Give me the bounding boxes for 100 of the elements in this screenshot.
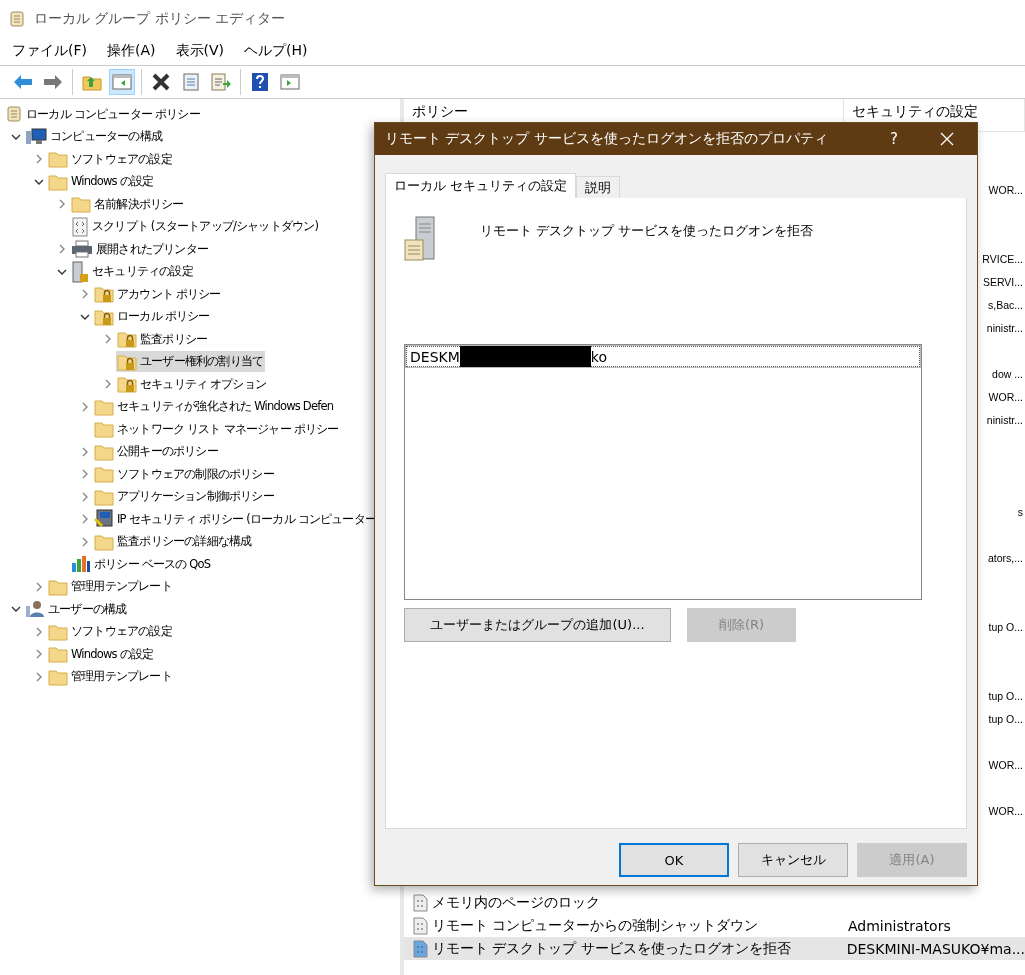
add-user-button[interactable]: ユーザーまたはグループの追加(U)... <box>404 608 671 642</box>
folder-icon <box>94 397 114 416</box>
server-lock-icon <box>71 260 89 283</box>
tree-item[interactable]: ポリシー ベースの QoS <box>70 553 213 575</box>
chevron-right-icon[interactable] <box>105 334 111 345</box>
window-title: ローカル グループ ポリシー エディター <box>34 9 286 28</box>
policy-setting: ninistr... <box>986 321 1024 334</box>
tree-item[interactable]: ソフトウェアの設定 <box>47 621 174 643</box>
tree-item[interactable]: 展開されたプリンター <box>70 238 210 260</box>
folder-icon <box>94 420 114 439</box>
tree-item[interactable]: 管理用テンプレート <box>47 666 174 688</box>
export-list-icon <box>211 73 231 91</box>
bar-chart-icon <box>71 555 91 574</box>
menu-item[interactable]: ヘルプ(H) <box>236 42 316 60</box>
tree-item[interactable]: スクリプト (スタートアップ/シャットダウン) <box>70 216 321 238</box>
folder-icon <box>48 645 68 664</box>
list-item[interactable]: DESKM ko <box>406 346 920 367</box>
tree-item[interactable]: ユーザー権利の割り当て <box>116 351 266 373</box>
tree-item[interactable]: Windows の設定 <box>47 643 156 665</box>
policy-setting: Administrators <box>847 917 952 934</box>
binary-file-icon <box>412 916 428 935</box>
tree-item[interactable]: 名前解決ポリシー <box>70 193 186 215</box>
tree-item[interactable]: ネットワーク リスト マネージャー ポリシー <box>93 418 341 440</box>
chevron-right-icon[interactable] <box>36 626 42 637</box>
policy-setting: s,Bac... <box>988 298 1024 311</box>
help-button[interactable]: ? <box>871 130 917 148</box>
tree-item[interactable]: 管理用テンプレート <box>47 576 174 598</box>
folder-icon <box>94 487 114 506</box>
tree-item[interactable]: セキュリティが強化された Windows Defen <box>93 396 336 418</box>
policy-row[interactable]: リモート デスクトップ サービスを使ったログオンを拒否 DESKMINI-MASUKO¥ma... <box>404 937 1025 960</box>
menu-item[interactable]: 操作(A) <box>99 42 164 60</box>
tree-item[interactable]: セキュリティの設定 <box>70 261 195 283</box>
folder-up-icon <box>82 73 102 91</box>
tree-item[interactable]: アカウント ポリシー <box>93 283 223 305</box>
chevron-right-icon[interactable] <box>82 491 88 502</box>
locked-folder-icon <box>117 375 137 394</box>
chevron-right-icon[interactable] <box>59 199 65 210</box>
tree-item[interactable]: 監査ポリシー <box>116 328 210 350</box>
chevron-right-icon[interactable] <box>36 581 42 592</box>
menu-item[interactable]: 表示(V) <box>167 42 232 60</box>
dialog-button[interactable]: OK <box>619 843 729 877</box>
tree-item[interactable]: ローカル コンピューター ポリシー <box>4 103 202 125</box>
chevron-right-icon[interactable] <box>82 289 88 300</box>
tree-item[interactable]: コンピューターの構成 <box>24 126 164 148</box>
policy-setting: ninistr... <box>986 413 1024 426</box>
user-icon <box>25 600 45 619</box>
policy-row[interactable]: メモリ内のページのロック <box>404 891 1025 914</box>
policy-setting: RVICE... <box>982 252 1024 265</box>
scroll-icon <box>5 105 23 124</box>
chevron-right-icon[interactable] <box>82 401 88 412</box>
policy-row[interactable]: リモート コンピューターからの強制シャットダウン Administrators <box>404 914 1025 937</box>
dialog-button[interactable]: キャンセル <box>738 843 848 877</box>
computer-icon <box>25 127 47 146</box>
tree-item[interactable]: ユーザーの構成 <box>24 598 129 620</box>
properties-icon <box>182 73 200 91</box>
binary-file-icon <box>412 893 428 912</box>
tree-item[interactable]: 監査ポリシーの詳細な構成 <box>93 531 254 553</box>
account-name-end: ko <box>590 348 607 365</box>
dialog-title: リモート デスクトップ サービスを使ったログオンを拒否のプロパティ <box>385 130 829 148</box>
close-icon <box>940 132 954 146</box>
chevron-right-icon[interactable] <box>59 244 65 255</box>
chevron-down-icon[interactable] <box>11 606 21 613</box>
chevron-right-icon[interactable] <box>82 446 88 457</box>
folder-icon <box>48 577 68 596</box>
chevron-right-icon[interactable] <box>36 649 42 660</box>
chevron-down-icon[interactable] <box>34 178 44 185</box>
tab[interactable]: ローカル セキュリティの設定 <box>385 173 577 198</box>
chevron-right-icon[interactable] <box>105 379 111 390</box>
tree-item[interactable]: アプリケーション制御ポリシー <box>93 486 276 508</box>
policy-setting: tup O... <box>988 712 1024 725</box>
tree-item[interactable]: ソフトウェアの設定 <box>47 148 174 170</box>
policy-name: リモート コンピューターからの強制シャットダウン <box>432 916 759 935</box>
tree-item[interactable]: セキュリティ オプション <box>116 373 269 395</box>
chevron-right-icon[interactable] <box>36 671 42 682</box>
folder-icon <box>94 465 114 484</box>
chevron-down-icon[interactable] <box>80 313 90 320</box>
policy-setting: SERVI... <box>982 275 1024 288</box>
policy-setting: tup O... <box>988 689 1024 702</box>
folder-icon <box>94 532 114 551</box>
tree-item[interactable]: ソフトウェアの制限のポリシー <box>93 463 276 485</box>
locked-folder-icon <box>117 330 137 349</box>
tab[interactable]: 説明 <box>576 176 621 198</box>
policy-setting: DESKMINI-MASUKO¥ma... <box>845 940 1025 957</box>
chevron-right-icon[interactable] <box>82 514 88 525</box>
tree-item[interactable]: Windows の設定 <box>47 171 156 193</box>
printer-icon <box>71 240 93 259</box>
policy-name: メモリ内のページのロック <box>432 893 600 912</box>
account-name-start: DESKM <box>410 348 460 365</box>
chevron-right-icon[interactable] <box>82 536 88 547</box>
forward-arrow-icon <box>43 74 63 90</box>
chevron-down-icon[interactable] <box>11 133 21 140</box>
locked-folder-icon <box>94 307 114 326</box>
script-icon <box>71 216 89 237</box>
chevron-down-icon[interactable] <box>57 268 67 275</box>
delete-icon <box>152 73 170 91</box>
tree-item[interactable]: ローカル ポリシー <box>93 306 212 328</box>
chevron-right-icon[interactable] <box>36 154 42 165</box>
menu-item[interactable]: ファイル(F) <box>4 42 95 60</box>
tree-item[interactable]: 公開キーのポリシー <box>93 441 220 463</box>
chevron-right-icon[interactable] <box>82 469 88 480</box>
